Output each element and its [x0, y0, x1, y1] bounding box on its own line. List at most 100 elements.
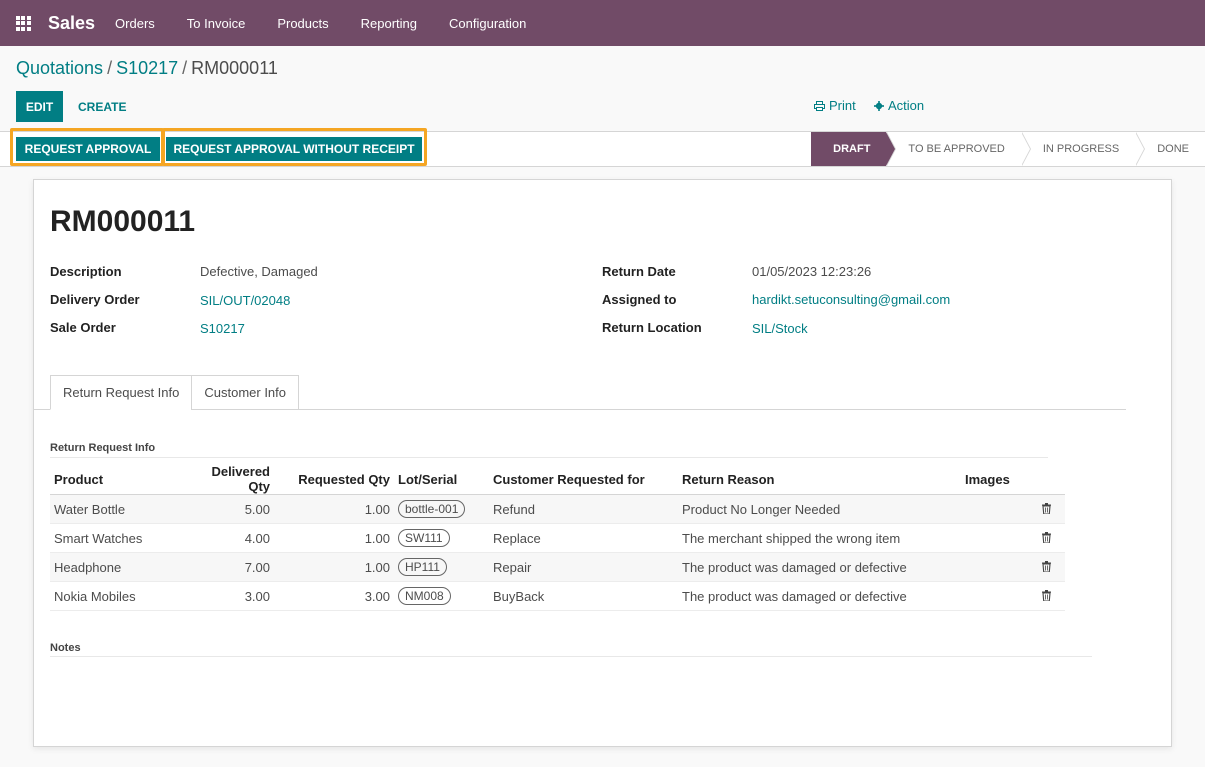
action-dropdown[interactable]: Action — [874, 98, 924, 113]
breadcrumb-quotations[interactable]: Quotations — [16, 58, 103, 78]
return-location-link[interactable]: SIL/Stock — [752, 321, 808, 336]
cell-product: Nokia Mobiles — [50, 581, 184, 611]
breadcrumb-current: RM000011 — [191, 58, 278, 78]
return-location-label: Return Location — [602, 320, 702, 335]
cell-images — [961, 552, 1065, 582]
notes-label: Notes — [50, 642, 81, 654]
cell-product: Headphone — [50, 552, 184, 582]
edit-button[interactable]: EDIT — [16, 91, 63, 122]
cell-images — [961, 581, 1065, 611]
sale-order-label: Sale Order — [50, 320, 116, 335]
column-header-delivered-qty[interactable]: Delivered Qty — [184, 464, 274, 495]
trash-icon[interactable] — [1042, 560, 1051, 572]
assigned-to-link[interactable]: hardikt.setuconsulting@gmail.com — [752, 292, 950, 307]
top-navbar: Sales Orders To Invoice Products Reporti… — [0, 0, 1205, 46]
request-approval-button[interactable]: REQUEST APPROVAL — [16, 137, 160, 161]
stage-to-be-approved[interactable]: TO BE APPROVED — [886, 132, 1032, 166]
cell-lot-serial: SW111 — [394, 523, 489, 553]
trash-icon[interactable] — [1042, 531, 1051, 543]
table-header-row: Product Delivered Qty Requested Qty Lot/… — [50, 464, 1065, 495]
assigned-to-label: Assigned to — [602, 292, 677, 307]
cell-lot-serial: HP111 — [394, 552, 489, 582]
cell-delivered-qty: 5.00 — [184, 494, 274, 524]
status-bar: REQUEST APPROVAL REQUEST APPROVAL WITHOU… — [0, 128, 1205, 167]
menu-to-invoice[interactable]: To Invoice — [187, 16, 246, 31]
section-divider — [50, 457, 1048, 458]
app-name[interactable]: Sales — [48, 13, 95, 34]
cell-lot-serial: NM008 — [394, 581, 489, 611]
print-dropdown[interactable]: Print — [814, 98, 856, 113]
stage-draft[interactable]: DRAFT — [811, 132, 897, 166]
return-date-label: Return Date — [602, 264, 676, 279]
print-label: Print — [829, 98, 856, 113]
breadcrumb-separator: / — [107, 58, 113, 78]
cell-requested-for: Repair — [489, 552, 678, 582]
menu-configuration[interactable]: Configuration — [449, 16, 526, 31]
delivery-order-link[interactable]: SIL/OUT/02048 — [200, 293, 290, 308]
cell-requested-qty: 1.00 — [274, 494, 394, 524]
lot-badge: NM008 — [398, 587, 451, 605]
cell-product: Smart Watches — [50, 523, 184, 553]
gear-icon — [874, 100, 884, 111]
menu-reporting[interactable]: Reporting — [361, 16, 417, 31]
request-approval-without-receipt-button[interactable]: REQUEST APPROVAL WITHOUT RECEIPT — [166, 137, 422, 161]
cell-requested-qty: 1.00 — [274, 552, 394, 582]
cell-return-reason: The product was damaged or defective — [678, 581, 961, 611]
cell-requested-qty: 1.00 — [274, 523, 394, 553]
create-button[interactable]: CREATE — [72, 91, 132, 122]
table-row[interactable]: Water Bottle 5.00 1.00 bottle-001 Refund… — [50, 494, 1065, 524]
table-row[interactable]: Nokia Mobiles 3.00 3.00 NM008 BuyBack Th… — [50, 581, 1065, 611]
cell-requested-for: Replace — [489, 523, 678, 553]
tab-customer-info[interactable]: Customer Info — [191, 375, 300, 410]
menu-orders[interactable]: Orders — [115, 16, 155, 31]
section-title: Return Request Info — [50, 442, 156, 454]
tab-return-request-info[interactable]: Return Request Info — [50, 375, 193, 410]
table-row[interactable]: Headphone 7.00 1.00 HP111 Repair The pro… — [50, 552, 1065, 582]
cell-requested-for: Refund — [489, 494, 678, 524]
trash-icon[interactable] — [1042, 589, 1051, 601]
lot-badge: SW111 — [398, 529, 450, 547]
trash-icon[interactable] — [1042, 502, 1051, 514]
cell-requested-qty: 3.00 — [274, 581, 394, 611]
stage-pipeline: DRAFT TO BE APPROVED IN PROGRESS DONE — [811, 132, 1205, 166]
return-date-value: 01/05/2023 12:23:26 — [752, 264, 872, 279]
cell-requested-for: BuyBack — [489, 581, 678, 611]
stage-done[interactable]: DONE — [1135, 132, 1205, 166]
cell-return-reason: Product No Longer Needed — [678, 494, 961, 524]
stage-in-progress[interactable]: IN PROGRESS — [1021, 132, 1146, 166]
printer-icon — [814, 100, 825, 111]
menu-products[interactable]: Products — [277, 16, 328, 31]
column-header-lot-serial[interactable]: Lot/Serial — [394, 464, 489, 495]
table-row[interactable]: Smart Watches 4.00 1.00 SW111 Replace Th… — [50, 523, 1065, 553]
cell-return-reason: The merchant shipped the wrong item — [678, 523, 961, 553]
cell-product: Water Bottle — [50, 494, 184, 524]
lot-badge: HP111 — [398, 558, 447, 576]
cell-delivered-qty: 3.00 — [184, 581, 274, 611]
apps-menu-icon[interactable] — [0, 0, 46, 46]
notes-divider — [50, 656, 1092, 657]
cell-images — [961, 494, 1065, 524]
cell-delivered-qty: 7.00 — [184, 552, 274, 582]
record-title: RM000011 — [50, 205, 196, 238]
lot-badge: bottle-001 — [398, 500, 466, 518]
breadcrumb-sale-order[interactable]: S10217 — [116, 58, 178, 78]
breadcrumb-separator: / — [182, 58, 188, 78]
form-sheet: RM000011 Description Defective, Damaged … — [33, 179, 1172, 747]
action-label: Action — [888, 98, 925, 113]
description-value: Defective, Damaged — [200, 264, 318, 279]
column-header-customer-requested-for[interactable]: Customer Requested for — [489, 464, 678, 495]
cell-return-reason: The product was damaged or defective — [678, 552, 961, 582]
delivery-order-label: Delivery Order — [50, 292, 140, 307]
breadcrumb: Quotations / S10217/RM000011 — [16, 58, 278, 79]
column-header-images[interactable]: Images — [961, 464, 1065, 495]
cell-images — [961, 523, 1065, 553]
description-label: Description — [50, 264, 122, 279]
column-header-product[interactable]: Product — [50, 464, 184, 495]
column-header-return-reason[interactable]: Return Reason — [678, 464, 961, 495]
notebook-tabs: Return Request Info Customer Info — [50, 375, 300, 410]
cell-delivered-qty: 4.00 — [184, 523, 274, 553]
sale-order-link[interactable]: S10217 — [200, 321, 245, 336]
return-lines-table: Product Delivered Qty Requested Qty Lot/… — [50, 464, 1065, 611]
cell-lot-serial: bottle-001 — [394, 494, 489, 524]
column-header-requested-qty[interactable]: Requested Qty — [274, 464, 394, 495]
